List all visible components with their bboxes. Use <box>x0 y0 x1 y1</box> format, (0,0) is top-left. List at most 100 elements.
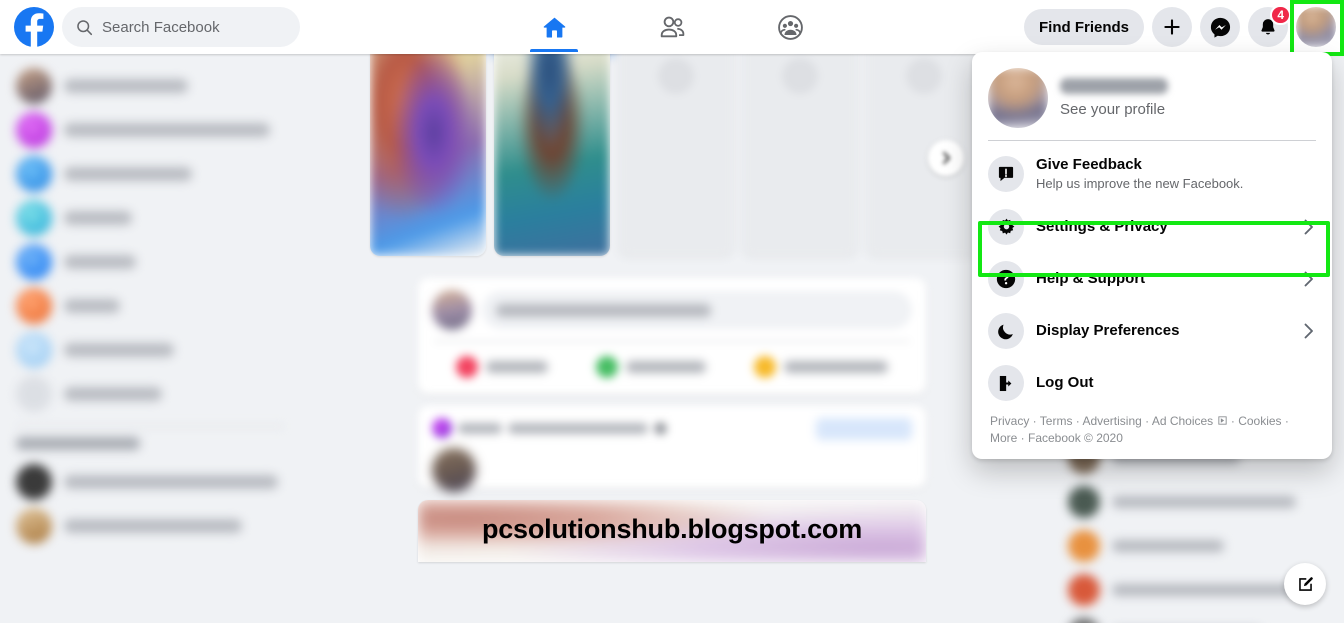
messenger-button[interactable] <box>1200 7 1240 47</box>
live-video-icon <box>456 356 478 378</box>
messenger-icon <box>1210 17 1230 38</box>
menu-item-text-block: Settings & Privacy <box>1036 217 1290 237</box>
see-your-profile-label: See your profile <box>1060 101 1166 118</box>
watermark-card: pcsolutionshub.blogspot.com <box>418 500 926 562</box>
menu-item-help-and-support[interactable]: Help & Support <box>980 253 1324 305</box>
post-cta-link[interactable] <box>816 418 912 440</box>
compose-message-button[interactable] <box>1284 563 1326 605</box>
sidebar-item-label <box>64 475 278 489</box>
search-input[interactable]: Search Facebook <box>62 7 300 47</box>
gear-icon <box>988 209 1024 245</box>
composer-top-row <box>432 290 912 330</box>
sidebar-item-see-more[interactable] <box>8 372 292 416</box>
find-friends-icon <box>16 156 52 192</box>
sidebar-item-find-friends[interactable] <box>8 152 292 196</box>
search-placeholder: Search Facebook <box>102 18 220 36</box>
feeling-activity-icon <box>754 356 776 378</box>
sidebar-item-label <box>64 255 136 269</box>
footer-links-part1[interactable]: Privacy · Terms · Advertising · Ad Choic… <box>990 414 1213 428</box>
nav-tab-groups[interactable] <box>762 2 818 52</box>
nav-tab-friends[interactable] <box>644 2 700 52</box>
menu-item-title: Log Out <box>1036 374 1094 391</box>
sidebar-item-marketplace[interactable] <box>8 328 292 372</box>
chevron-right-icon <box>943 152 950 164</box>
post-body-avatar <box>432 448 476 492</box>
feed-post[interactable] <box>418 406 926 492</box>
contact-list-item[interactable] <box>1062 524 1332 568</box>
chevron-right-icon <box>1302 218 1316 236</box>
sidebar-section-heading <box>16 437 140 450</box>
menu-item-text-block: Give Feedback Help us improve the new Fa… <box>1036 155 1316 193</box>
footer-links-part2[interactable]: · Cookies · <box>1231 414 1289 428</box>
compose-icon <box>1298 576 1313 591</box>
footer-links-part3[interactable]: More · Facebook © 2020 <box>990 431 1123 445</box>
composer-action-label <box>784 361 888 373</box>
story-card[interactable] <box>866 36 982 256</box>
story-card[interactable] <box>494 36 610 256</box>
composer-input[interactable] <box>482 291 912 329</box>
facebook-logo-icon[interactable] <box>14 7 54 47</box>
contact-list-item[interactable] <box>1062 480 1332 524</box>
header-nav-tabs <box>526 0 818 54</box>
moon-icon <box>988 313 1024 349</box>
contact-list-item[interactable] <box>1062 612 1332 623</box>
menu-item-text-block: Display Preferences <box>1036 321 1290 341</box>
sidebar-shortcut-item[interactable] <box>8 504 292 548</box>
sidebar-item-label <box>64 79 188 93</box>
menu-item-title: Give Feedback <box>1036 156 1142 173</box>
profile-avatar <box>988 68 1048 128</box>
top-navigation-bar: Search Facebook Find Friends 4 <box>0 0 1344 54</box>
globe-icon <box>654 421 667 435</box>
sidebar-item-label <box>64 211 132 225</box>
account-menu-button[interactable] <box>1296 7 1336 47</box>
sidebar-item-groups[interactable] <box>8 240 292 284</box>
stories-strip <box>358 36 982 268</box>
post-source-icon <box>432 418 452 438</box>
sidebar-divider <box>16 426 284 427</box>
nav-tab-home[interactable] <box>526 2 582 52</box>
sidebar-item-videos[interactable] <box>8 196 292 240</box>
composer-actions <box>432 348 912 386</box>
sidebar-item-covid-information-center[interactable] <box>8 108 292 152</box>
sidebar-item-label <box>64 167 192 181</box>
sidebar-item-profile[interactable] <box>8 64 292 108</box>
menu-item-title: Settings & Privacy <box>1036 218 1168 235</box>
find-friends-button[interactable]: Find Friends <box>1024 9 1144 45</box>
sidebar-item-pages[interactable] <box>8 284 292 328</box>
story-card[interactable] <box>618 36 734 256</box>
composer-action-label <box>626 361 706 373</box>
shortcut-avatar <box>16 464 52 500</box>
profile-text-block: See your profile <box>1060 78 1168 118</box>
friends-icon <box>660 16 684 37</box>
sidebar-item-label <box>64 123 270 137</box>
menu-item-text-block: Log Out <box>1036 373 1316 393</box>
chevron-right-icon <box>1302 322 1316 340</box>
sidebar-shortcut-item[interactable] <box>8 460 292 504</box>
menu-item-subtitle: Help us improve the new Facebook. <box>1036 176 1244 191</box>
question-mark-icon <box>988 261 1024 297</box>
left-sidebar-blurred-content <box>8 64 292 548</box>
contact-name <box>1112 496 1296 508</box>
menu-item-title: Help & Support <box>1036 270 1146 287</box>
photo-video-icon <box>596 356 618 378</box>
menu-item-settings-and-privacy[interactable]: Settings & Privacy <box>980 201 1324 253</box>
notifications-button[interactable]: 4 <box>1248 5 1291 47</box>
create-button[interactable] <box>1152 7 1192 47</box>
composer-action-feeling-activity[interactable] <box>742 350 900 384</box>
story-card[interactable] <box>742 36 858 256</box>
menu-item-display-preferences[interactable]: Display Preferences <box>980 305 1324 357</box>
menu-item-give-feedback[interactable]: Give Feedback Help us improve the new Fa… <box>980 147 1324 201</box>
see-your-profile-row[interactable]: See your profile <box>980 60 1324 138</box>
account-avatar <box>1296 7 1336 47</box>
composer-action-live-video[interactable] <box>444 350 560 384</box>
story-card[interactable] <box>370 36 486 256</box>
story-thumbnail <box>494 36 610 256</box>
contact-name <box>1112 584 1310 596</box>
chevron-right-icon <box>1302 270 1316 288</box>
menu-item-log-out[interactable]: Log Out <box>980 357 1324 409</box>
composer-action-photo-video[interactable] <box>584 350 718 384</box>
post-composer[interactable] <box>418 278 926 394</box>
stories-next-button[interactable] <box>928 140 964 176</box>
pages-icon <box>16 288 52 324</box>
home-icon <box>543 17 565 38</box>
